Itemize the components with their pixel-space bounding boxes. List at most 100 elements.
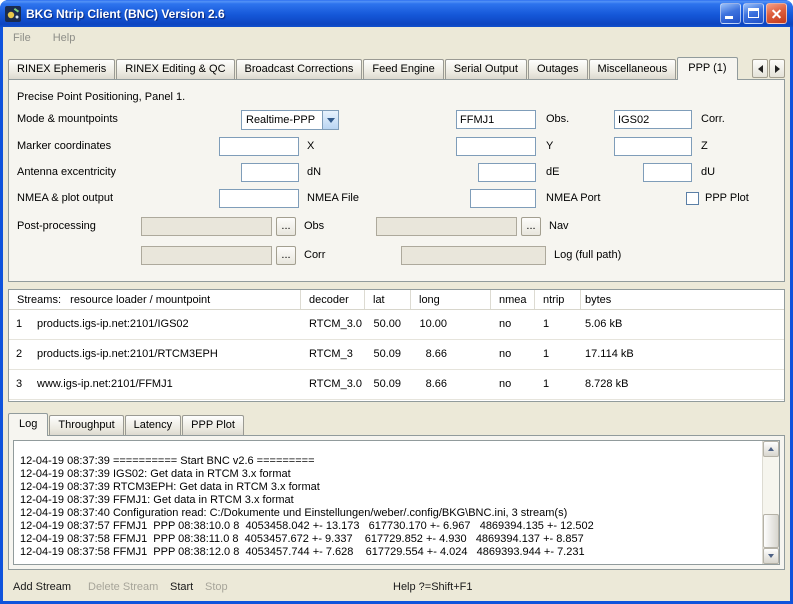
bnc-window: BKG Ntrip Client (BNC) Version 2.6 File … xyxy=(0,0,793,604)
tab-broadcast-corrections[interactable]: Broadcast Corrections xyxy=(236,59,363,79)
z-label: Z xyxy=(701,137,708,156)
cell-lat: 50.09 xyxy=(365,370,411,399)
pp-nav-browse-button[interactable]: ... xyxy=(521,217,541,236)
menu-bar: File Help xyxy=(3,27,790,49)
pp-log-path-input[interactable] xyxy=(401,246,546,265)
maximize-button[interactable] xyxy=(743,3,764,24)
pp-corr-browse-button[interactable]: ... xyxy=(276,246,296,265)
scroll-up-button[interactable] xyxy=(763,441,779,457)
tab-outages[interactable]: Outages xyxy=(528,59,588,79)
tab-ppp-plot[interactable]: PPP Plot xyxy=(182,415,244,435)
nmea-port-input[interactable] xyxy=(470,189,536,208)
dn-label: dN xyxy=(307,163,321,182)
corr-mountpoint-input[interactable] xyxy=(614,110,692,129)
nmea-file-input[interactable] xyxy=(219,189,299,208)
cell-bytes: 8.728 kB xyxy=(581,370,784,399)
cell-nmea: no xyxy=(491,370,535,399)
marker-y-input[interactable] xyxy=(456,137,536,156)
scrollbar-thumb[interactable] xyxy=(763,514,779,548)
chevron-down-icon xyxy=(322,111,338,129)
cell-ntrip: 1 xyxy=(535,310,581,339)
window-title: BKG Ntrip Client (BNC) Version 2.6 xyxy=(26,7,715,21)
corr-label: Corr. xyxy=(701,110,725,129)
log-line: 12-04-19 08:37:39 ========== Start BNC v… xyxy=(20,455,756,468)
cell-ntrip: 1 xyxy=(535,340,581,369)
pp-obs-browse-button[interactable]: ... xyxy=(276,217,296,236)
start-button[interactable]: Start xyxy=(170,575,193,599)
pp-obs-path-input[interactable] xyxy=(141,217,272,236)
row-number: 1 xyxy=(9,310,29,339)
antenna-de-input[interactable] xyxy=(478,163,536,182)
antenna-dn-input[interactable] xyxy=(241,163,299,182)
pp-nav-path-input[interactable] xyxy=(376,217,517,236)
help-shortcut-label: Help ?=Shift+F1 xyxy=(393,575,473,599)
nmea-port-label: NMEA Port xyxy=(546,189,600,208)
marker-z-input[interactable] xyxy=(614,137,692,156)
tab-rinex-editing-qc[interactable]: RINEX Editing & QC xyxy=(116,59,234,79)
tab-rinex-ephemeris[interactable]: RINEX Ephemeris xyxy=(8,59,115,79)
ppp-mode-value: Realtime-PPP xyxy=(242,111,322,129)
stop-button[interactable]: Stop xyxy=(205,575,228,599)
scrollbar-track[interactable] xyxy=(763,457,779,548)
row-number: 2 xyxy=(9,340,29,369)
ppp-mode-select[interactable]: Realtime-PPP xyxy=(241,110,339,130)
scroll-down-button[interactable] xyxy=(763,548,779,564)
tab-throughput[interactable]: Throughput xyxy=(49,415,123,435)
cell-nmea: no xyxy=(491,340,535,369)
log-line: 12-04-19 08:37:57 FFMJ1 PPP 08:38:10.0 8… xyxy=(20,520,756,533)
pp-nav-label: Nav xyxy=(549,217,569,236)
close-button[interactable] xyxy=(766,3,787,24)
log-line: 12-04-19 08:37:39 IGS02: Get data in RTC… xyxy=(20,468,756,481)
cell-lat: 50.00 xyxy=(365,310,411,339)
footer-bar: Add Stream Delete Stream Start Stop Help… xyxy=(3,575,790,599)
header-long: long xyxy=(411,290,491,309)
ppp-panel: Precise Point Positioning, Panel 1. Mode… xyxy=(8,79,785,282)
antenna-excentricity-label: Antenna excentricity xyxy=(17,163,116,182)
add-stream-button[interactable]: Add Stream xyxy=(13,575,71,599)
cell-long: 10.00 xyxy=(411,310,491,339)
cell-nmea: no xyxy=(491,310,535,339)
delete-stream-button[interactable]: Delete Stream xyxy=(88,575,158,599)
tab-scroll-right-button[interactable] xyxy=(769,59,785,78)
x-label: X xyxy=(307,137,314,156)
pp-log-label: Log (full path) xyxy=(554,246,621,265)
antenna-du-input[interactable] xyxy=(643,163,692,182)
log-scrollbar[interactable] xyxy=(762,441,779,564)
minimize-icon xyxy=(725,16,733,19)
cell-bytes: 17.114 kB xyxy=(581,340,784,369)
obs-mountpoint-input[interactable] xyxy=(456,110,536,129)
ppp-plot-checkbox[interactable] xyxy=(686,192,699,205)
log-line: 12-04-19 08:37:58 FFMJ1 PPP 08:38:11.0 8… xyxy=(20,533,756,546)
table-row[interactable]: 2 products.igs-ip.net:2101/RTCM3EPH RTCM… xyxy=(9,340,784,370)
log-box: 12-04-19 08:37:39 ========== Start BNC v… xyxy=(13,440,780,565)
tab-miscellaneous[interactable]: Miscellaneous xyxy=(589,59,677,79)
table-row[interactable]: 3 www.igs-ip.net:2101/FFMJ1 RTCM_3.0 50.… xyxy=(9,370,784,400)
pp-corr-path-input[interactable] xyxy=(141,246,272,265)
cell-mountpoint: products.igs-ip.net:2101/IGS02 xyxy=(29,310,301,339)
menu-help[interactable]: Help xyxy=(51,30,78,46)
client-area: File Help RINEX Ephemeris RINEX Editing … xyxy=(3,27,790,601)
menu-file[interactable]: File xyxy=(11,30,33,46)
table-row[interactable]: 1 products.igs-ip.net:2101/IGS02 RTCM_3.… xyxy=(9,310,784,340)
tab-log[interactable]: Log xyxy=(8,413,48,436)
tab-feed-engine[interactable]: Feed Engine xyxy=(363,59,443,79)
tab-latency[interactable]: Latency xyxy=(125,415,182,435)
header-lat: lat xyxy=(365,290,411,309)
cell-ntrip: 1 xyxy=(535,370,581,399)
tab-scroll-left-button[interactable] xyxy=(752,59,768,78)
window-controls xyxy=(720,3,787,24)
pp-obs-label: Obs xyxy=(304,217,324,236)
cell-decoder: RTCM_3 xyxy=(301,340,365,369)
cell-decoder: RTCM_3.0 xyxy=(301,310,365,339)
row-number: 3 xyxy=(9,370,29,399)
chevron-right-icon xyxy=(775,65,780,73)
log-line: 12-04-19 08:37:40 Configuration read: C:… xyxy=(20,507,756,520)
title-bar[interactable]: BKG Ntrip Client (BNC) Version 2.6 xyxy=(0,0,793,27)
log-output[interactable]: 12-04-19 08:37:39 ========== Start BNC v… xyxy=(14,441,762,564)
tab-bar: RINEX Ephemeris RINEX Editing & QC Broad… xyxy=(8,57,785,79)
minimize-button[interactable] xyxy=(720,3,741,24)
tab-ppp-1[interactable]: PPP (1) xyxy=(677,57,737,80)
nmea-plot-output-label: NMEA & plot output xyxy=(17,189,113,208)
marker-x-input[interactable] xyxy=(219,137,299,156)
tab-serial-output[interactable]: Serial Output xyxy=(445,59,527,79)
